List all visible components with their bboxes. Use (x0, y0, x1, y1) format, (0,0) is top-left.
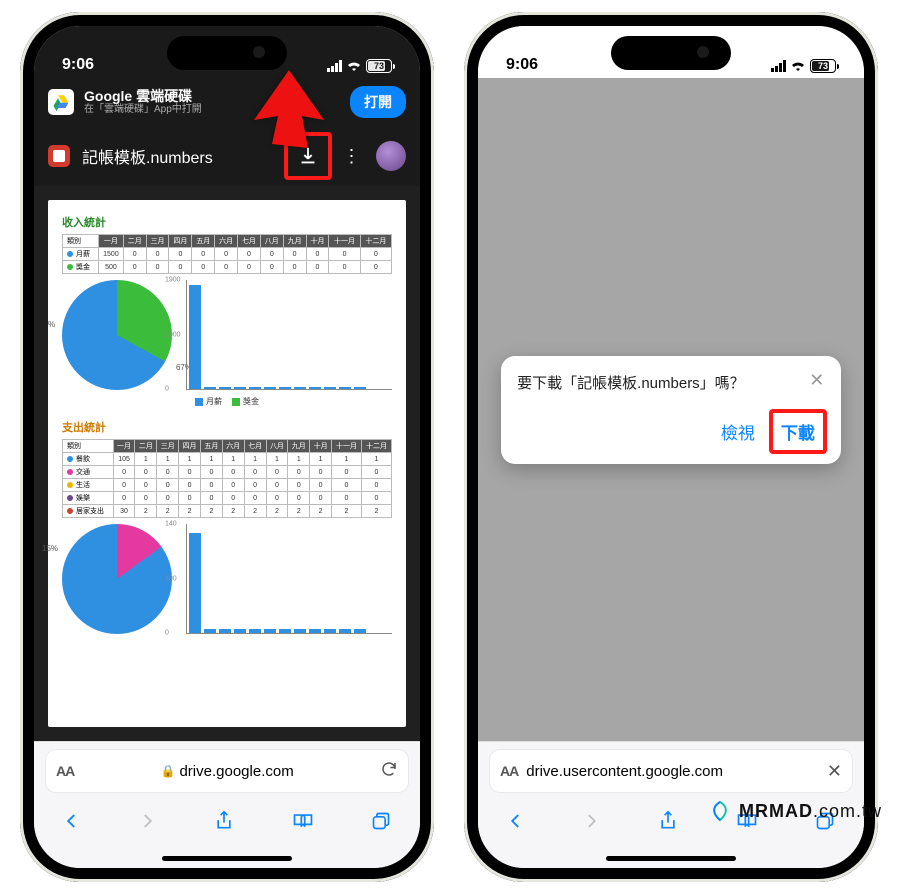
account-avatar[interactable] (376, 141, 406, 171)
dialog-actions: 檢視 下載 (517, 411, 825, 452)
safari-chrome-bottom: AA 🔒 drive.google.com (34, 741, 420, 868)
dynamic-island (611, 36, 731, 70)
page-settings-button[interactable]: AA (56, 763, 74, 779)
expense-table: 類別一月二月三月四月五月六月七月八月九月十月十一月十二月餐飲1051111111… (62, 439, 392, 518)
google-drive-icon (48, 89, 74, 115)
status-time: 9:06 (62, 56, 94, 74)
page-background: 要下載「記帳模板.numbers」嗎？ ✕ 檢視 下載 (478, 78, 864, 741)
watermark: MRMAD.com.tw (707, 798, 882, 824)
download-dialog: 要下載「記帳模板.numbers」嗎？ ✕ 檢視 下載 (501, 356, 841, 464)
income-section-title: 收入統計 (62, 214, 392, 230)
battery-icon: 73 (810, 59, 836, 73)
dialog-title: 要下載「記帳模板.numbers」嗎？ (517, 372, 825, 393)
wifi-icon (346, 58, 362, 74)
expense-bar-chart: 1401000 (186, 524, 392, 634)
spreadsheet-preview: 收入統計 類別一月二月三月四月五月六月七月八月九月十月十一月十二月月薪15000… (48, 200, 406, 727)
more-menu-button[interactable]: ⋮ (340, 146, 364, 167)
stop-button[interactable]: ✕ (827, 761, 842, 782)
income-legend: 月薪獎金 (62, 396, 392, 407)
view-button[interactable]: 檢視 (713, 413, 763, 450)
share-button[interactable] (214, 810, 234, 838)
income-pie-chart (62, 280, 172, 390)
file-header: 記帳模板.numbers ⋮ (34, 126, 420, 186)
file-type-icon (48, 145, 70, 167)
url-bar[interactable]: AA 🔒 drive.google.com (46, 750, 408, 792)
safari-toolbar (34, 800, 420, 848)
tutorial-arrow-icon (254, 70, 324, 153)
open-in-app-button[interactable]: 打開 (350, 86, 406, 118)
status-time: 9:06 (506, 56, 538, 74)
expense-pie-chart (62, 524, 172, 634)
reload-button[interactable] (380, 760, 398, 782)
home-indicator (34, 848, 420, 868)
url-text: 🔒 drive.google.com (82, 763, 372, 780)
lock-icon: 🔒 (161, 764, 176, 778)
tabs-button[interactable] (371, 811, 391, 837)
dialog-close-button[interactable]: ✕ (805, 368, 829, 392)
cellular-icon (771, 60, 786, 72)
dynamic-island (167, 36, 287, 70)
file-name: 記帳模板.numbers (82, 144, 276, 168)
forward-button (138, 812, 156, 836)
url-text: drive.usercontent.google.com (526, 763, 819, 780)
phone-left: 9:06 73 Google 雲端硬碟 在「雲端硬碟」App中打開 打開 (20, 12, 434, 882)
page-settings-button[interactable]: AA (500, 763, 518, 779)
drive-app-banner[interactable]: Google 雲端硬碟 在「雲端硬碟」App中打開 打開 (34, 78, 420, 126)
download-confirm-button[interactable]: 下載 (771, 411, 825, 452)
back-button[interactable] (63, 812, 81, 836)
screen: 9:06 73 Google 雲端硬碟 在「雲端硬碟」App中打開 打開 (34, 26, 420, 868)
bookmarks-button[interactable] (292, 812, 314, 836)
home-indicator (478, 848, 864, 868)
phone-right: 9:06 73 要下載「記帳模板.numbers」嗎？ ✕ 檢視 下載 (464, 12, 878, 882)
income-table: 類別一月二月三月四月五月六月七月八月九月十月十一月十二月月薪1500000000… (62, 234, 392, 274)
back-button[interactable] (507, 812, 525, 836)
status-right: 73 (327, 58, 392, 74)
forward-button (582, 812, 600, 836)
wifi-icon (790, 58, 806, 74)
income-bar-chart: 190010000 (186, 280, 392, 390)
battery-icon: 73 (366, 59, 392, 73)
screen: 9:06 73 要下載「記帳模板.numbers」嗎？ ✕ 檢視 下載 (478, 26, 864, 868)
expense-section-title: 支出統計 (62, 419, 392, 435)
share-button[interactable] (658, 810, 678, 838)
document-preview[interactable]: 收入統計 類別一月二月三月四月五月六月七月八月九月十月十一月十二月月薪15000… (34, 186, 420, 741)
status-right: 73 (771, 58, 836, 74)
url-bar[interactable]: AA drive.usercontent.google.com ✕ (490, 750, 852, 792)
cellular-icon (327, 60, 342, 72)
